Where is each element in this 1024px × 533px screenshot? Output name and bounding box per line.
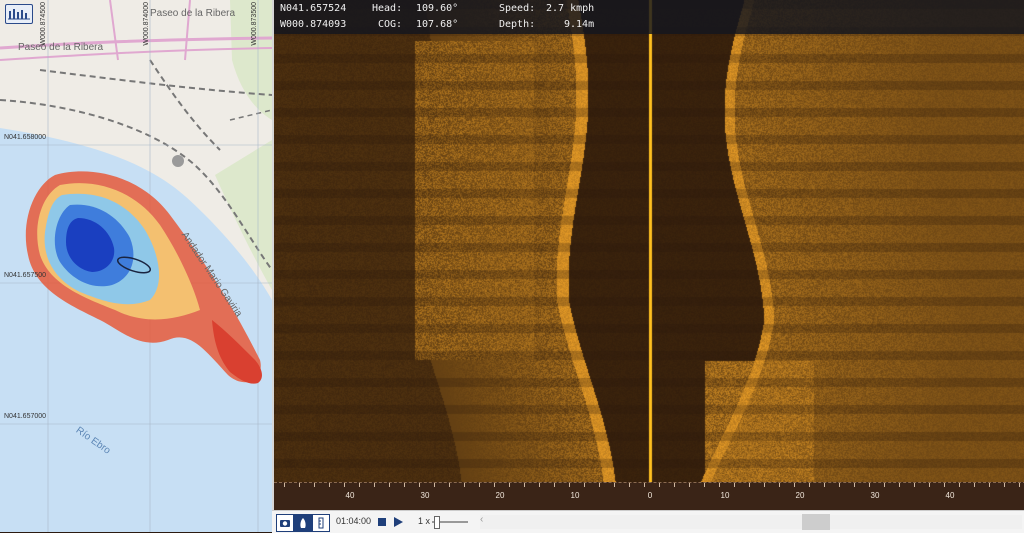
range-tick <box>539 483 540 487</box>
speed-value: 2.7 kmph <box>546 3 595 14</box>
playback-time: 01:04:00 <box>336 516 372 526</box>
range-tick <box>989 483 990 487</box>
depth-chart-icon[interactable] <box>5 4 33 24</box>
range-tick <box>554 483 555 487</box>
timeline-scroll-thumb[interactable] <box>802 514 830 530</box>
latitude-value: N041.657524 <box>280 3 347 14</box>
range-tick <box>344 483 345 487</box>
range-tick <box>659 483 660 487</box>
range-tick <box>884 483 885 487</box>
range-tick <box>1019 483 1020 487</box>
range-tick <box>374 483 375 487</box>
cog-value: 107.68° <box>416 19 459 30</box>
range-tick <box>704 483 705 487</box>
street-label: Paseo de la Ribera <box>150 8 236 19</box>
range-tick <box>929 483 930 487</box>
lon-gridline-label: W000.874500 <box>40 2 47 46</box>
range-tick <box>809 483 810 487</box>
ruler-icon[interactable] <box>312 514 330 532</box>
range-tick <box>584 483 585 487</box>
stop-icon[interactable] <box>376 514 388 530</box>
range-tick <box>314 483 315 487</box>
timeline-scrollbar[interactable] <box>480 515 1022 529</box>
range-tick <box>434 483 435 487</box>
range-tick <box>569 483 570 487</box>
speed-label: Speed: <box>499 3 536 14</box>
range-tick <box>764 483 765 487</box>
depth-value: 9.14m <box>564 19 595 30</box>
range-tick <box>464 483 465 487</box>
street-label: Paseo de la Ribera <box>18 42 104 53</box>
sonar-image[interactable] <box>274 0 1024 482</box>
range-tick <box>404 483 405 487</box>
range-tick <box>944 483 945 487</box>
range-tick <box>959 483 960 487</box>
lon-gridline-label: W000.873500 <box>251 2 258 46</box>
range-tick <box>644 483 645 487</box>
range-tick <box>284 483 285 487</box>
range-tick <box>614 483 615 487</box>
range-tick <box>599 483 600 487</box>
range-tick <box>824 483 825 487</box>
range-tick <box>974 483 975 487</box>
range-tick <box>914 483 915 487</box>
range-tick-label: 10 <box>570 491 580 500</box>
range-tick <box>839 483 840 487</box>
cog-label: COG: <box>378 19 403 30</box>
lat-gridline-label: N041.658000 <box>4 134 47 141</box>
sidescan-sonar-view[interactable]: N041.657524 W000.874093 Head: 109.60° CO… <box>272 0 1024 510</box>
range-tick <box>779 483 780 487</box>
map-panel[interactable]: Paseo de la Ribera Paseo de la Ribera An… <box>0 0 272 532</box>
lat-gridline-label: N041.657000 <box>4 413 47 420</box>
range-tick-label: 30 <box>420 491 430 500</box>
range-tick <box>524 483 525 487</box>
range-tick <box>494 483 495 487</box>
camera-icon[interactable] <box>276 514 294 532</box>
range-tick <box>1004 483 1005 487</box>
range-tick <box>734 483 735 487</box>
range-tick <box>359 483 360 487</box>
range-tick <box>419 483 420 487</box>
heading-label: Head: <box>372 3 403 14</box>
lat-gridline-label: N041.657500 <box>4 272 47 279</box>
longitude-value: W000.874093 <box>280 19 347 30</box>
range-tick-label: 40 <box>345 491 355 500</box>
range-tick <box>869 483 870 487</box>
depth-label: Depth: <box>499 19 536 30</box>
range-tick <box>794 483 795 487</box>
range-tick <box>719 483 720 487</box>
lon-gridline-label: W000.874000 <box>143 2 150 46</box>
range-tick <box>329 483 330 487</box>
range-tick <box>749 483 750 487</box>
range-tick <box>299 483 300 487</box>
playback-speed: 1 x <box>418 516 431 526</box>
range-tick <box>479 483 480 487</box>
map-canvas[interactable] <box>0 0 272 532</box>
telemetry-overlay: N041.657524 W000.874093 Head: 109.60° CO… <box>274 0 1024 34</box>
range-tick-label: 0 <box>647 491 653 500</box>
range-tick-label: 20 <box>795 491 805 500</box>
playback-controls: 01:04:00 1 x ‹ <box>272 510 1024 533</box>
range-tick <box>689 483 690 487</box>
play-icon[interactable] <box>392 514 404 530</box>
range-tick <box>854 483 855 487</box>
chevron-left-icon[interactable]: ‹ <box>480 514 483 525</box>
range-tick-label: 30 <box>870 491 880 500</box>
range-axis: 40 30 20 10 0 10 20 30 40 <box>274 482 1024 510</box>
speed-slider-thumb[interactable] <box>434 516 440 529</box>
range-tick <box>674 483 675 487</box>
range-tick <box>629 483 630 487</box>
range-tick-label: 40 <box>945 491 955 500</box>
range-tick <box>449 483 450 487</box>
boat-view-icon[interactable] <box>294 514 312 532</box>
range-tick <box>389 483 390 487</box>
range-tick-label: 20 <box>495 491 505 500</box>
range-tick <box>509 483 510 487</box>
range-tick <box>899 483 900 487</box>
heading-value: 109.60° <box>416 3 459 14</box>
range-tick-label: 10 <box>720 491 730 500</box>
